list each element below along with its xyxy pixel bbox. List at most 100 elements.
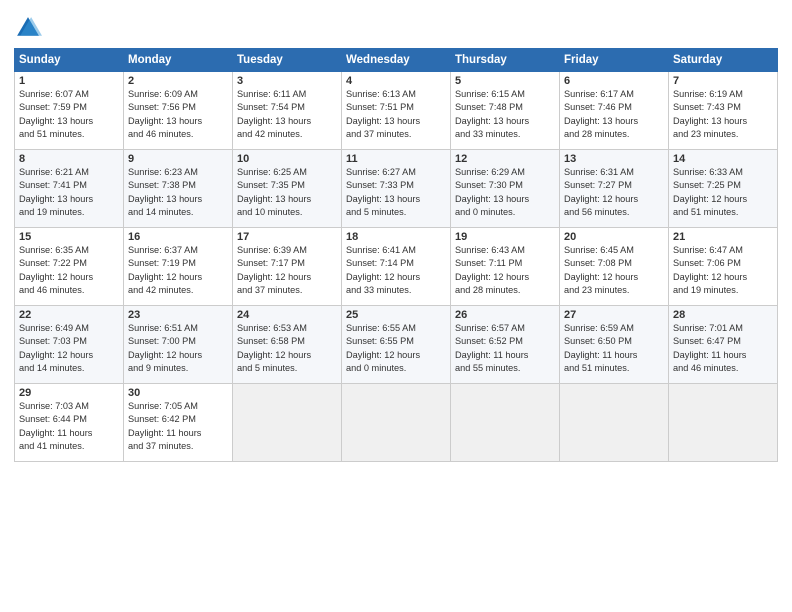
calendar-day: 4Sunrise: 6:13 AMSunset: 7:51 PMDaylight… <box>342 72 451 150</box>
day-number: 1 <box>19 75 119 87</box>
day-number: 26 <box>455 309 555 321</box>
col-saturday: Saturday <box>669 49 778 72</box>
col-wednesday: Wednesday <box>342 49 451 72</box>
calendar-week-1: 1Sunrise: 6:07 AMSunset: 7:59 PMDaylight… <box>15 72 778 150</box>
logo <box>14 14 44 42</box>
day-detail: Sunrise: 6:41 AMSunset: 7:14 PMDaylight:… <box>346 244 446 297</box>
calendar-day: 13Sunrise: 6:31 AMSunset: 7:27 PMDayligh… <box>560 150 669 228</box>
day-number: 15 <box>19 231 119 243</box>
day-detail: Sunrise: 6:21 AMSunset: 7:41 PMDaylight:… <box>19 166 119 219</box>
calendar-day: 1Sunrise: 6:07 AMSunset: 7:59 PMDaylight… <box>15 72 124 150</box>
day-number: 2 <box>128 75 228 87</box>
day-detail: Sunrise: 6:27 AMSunset: 7:33 PMDaylight:… <box>346 166 446 219</box>
calendar-day: 2Sunrise: 6:09 AMSunset: 7:56 PMDaylight… <box>124 72 233 150</box>
col-sunday: Sunday <box>15 49 124 72</box>
calendar-day: 21Sunrise: 6:47 AMSunset: 7:06 PMDayligh… <box>669 228 778 306</box>
calendar-header-row: Sunday Monday Tuesday Wednesday Thursday… <box>15 49 778 72</box>
calendar-day: 26Sunrise: 6:57 AMSunset: 6:52 PMDayligh… <box>451 306 560 384</box>
calendar-day: 24Sunrise: 6:53 AMSunset: 6:58 PMDayligh… <box>233 306 342 384</box>
calendar-day: 5Sunrise: 6:15 AMSunset: 7:48 PMDaylight… <box>451 72 560 150</box>
day-number: 19 <box>455 231 555 243</box>
day-detail: Sunrise: 6:45 AMSunset: 7:08 PMDaylight:… <box>564 244 664 297</box>
day-detail: Sunrise: 6:53 AMSunset: 6:58 PMDaylight:… <box>237 322 337 375</box>
day-detail: Sunrise: 6:29 AMSunset: 7:30 PMDaylight:… <box>455 166 555 219</box>
calendar-week-2: 8Sunrise: 6:21 AMSunset: 7:41 PMDaylight… <box>15 150 778 228</box>
day-number: 13 <box>564 153 664 165</box>
calendar-day <box>560 384 669 462</box>
day-number: 20 <box>564 231 664 243</box>
day-detail: Sunrise: 7:01 AMSunset: 6:47 PMDaylight:… <box>673 322 773 375</box>
calendar-day: 22Sunrise: 6:49 AMSunset: 7:03 PMDayligh… <box>15 306 124 384</box>
col-monday: Monday <box>124 49 233 72</box>
day-detail: Sunrise: 6:39 AMSunset: 7:17 PMDaylight:… <box>237 244 337 297</box>
day-number: 14 <box>673 153 773 165</box>
calendar-day: 6Sunrise: 6:17 AMSunset: 7:46 PMDaylight… <box>560 72 669 150</box>
day-number: 17 <box>237 231 337 243</box>
day-number: 9 <box>128 153 228 165</box>
day-detail: Sunrise: 6:11 AMSunset: 7:54 PMDaylight:… <box>237 88 337 141</box>
calendar-day: 10Sunrise: 6:25 AMSunset: 7:35 PMDayligh… <box>233 150 342 228</box>
day-detail: Sunrise: 6:31 AMSunset: 7:27 PMDaylight:… <box>564 166 664 219</box>
calendar-day <box>451 384 560 462</box>
day-detail: Sunrise: 6:19 AMSunset: 7:43 PMDaylight:… <box>673 88 773 141</box>
calendar-day: 11Sunrise: 6:27 AMSunset: 7:33 PMDayligh… <box>342 150 451 228</box>
day-detail: Sunrise: 6:13 AMSunset: 7:51 PMDaylight:… <box>346 88 446 141</box>
day-number: 7 <box>673 75 773 87</box>
col-thursday: Thursday <box>451 49 560 72</box>
day-number: 25 <box>346 309 446 321</box>
day-number: 22 <box>19 309 119 321</box>
calendar-day: 14Sunrise: 6:33 AMSunset: 7:25 PMDayligh… <box>669 150 778 228</box>
day-number: 28 <box>673 309 773 321</box>
calendar-day: 3Sunrise: 6:11 AMSunset: 7:54 PMDaylight… <box>233 72 342 150</box>
calendar-day: 8Sunrise: 6:21 AMSunset: 7:41 PMDaylight… <box>15 150 124 228</box>
day-detail: Sunrise: 6:25 AMSunset: 7:35 PMDaylight:… <box>237 166 337 219</box>
day-number: 6 <box>564 75 664 87</box>
day-number: 30 <box>128 387 228 399</box>
day-detail: Sunrise: 6:49 AMSunset: 7:03 PMDaylight:… <box>19 322 119 375</box>
day-detail: Sunrise: 6:09 AMSunset: 7:56 PMDaylight:… <box>128 88 228 141</box>
day-number: 12 <box>455 153 555 165</box>
calendar-day: 27Sunrise: 6:59 AMSunset: 6:50 PMDayligh… <box>560 306 669 384</box>
calendar-header <box>14 10 778 42</box>
calendar-day <box>669 384 778 462</box>
col-tuesday: Tuesday <box>233 49 342 72</box>
day-detail: Sunrise: 6:23 AMSunset: 7:38 PMDaylight:… <box>128 166 228 219</box>
calendar-day: 18Sunrise: 6:41 AMSunset: 7:14 PMDayligh… <box>342 228 451 306</box>
calendar-day: 12Sunrise: 6:29 AMSunset: 7:30 PMDayligh… <box>451 150 560 228</box>
calendar-day: 7Sunrise: 6:19 AMSunset: 7:43 PMDaylight… <box>669 72 778 150</box>
day-number: 3 <box>237 75 337 87</box>
day-number: 8 <box>19 153 119 165</box>
day-number: 16 <box>128 231 228 243</box>
logo-icon <box>14 14 42 42</box>
day-detail: Sunrise: 6:35 AMSunset: 7:22 PMDaylight:… <box>19 244 119 297</box>
day-number: 11 <box>346 153 446 165</box>
day-number: 4 <box>346 75 446 87</box>
day-number: 23 <box>128 309 228 321</box>
day-detail: Sunrise: 6:47 AMSunset: 7:06 PMDaylight:… <box>673 244 773 297</box>
day-number: 5 <box>455 75 555 87</box>
day-detail: Sunrise: 6:37 AMSunset: 7:19 PMDaylight:… <box>128 244 228 297</box>
calendar-day <box>342 384 451 462</box>
day-detail: Sunrise: 6:07 AMSunset: 7:59 PMDaylight:… <box>19 88 119 141</box>
day-number: 27 <box>564 309 664 321</box>
day-number: 21 <box>673 231 773 243</box>
calendar-day: 20Sunrise: 6:45 AMSunset: 7:08 PMDayligh… <box>560 228 669 306</box>
day-detail: Sunrise: 6:55 AMSunset: 6:55 PMDaylight:… <box>346 322 446 375</box>
day-number: 29 <box>19 387 119 399</box>
day-number: 18 <box>346 231 446 243</box>
calendar-week-4: 22Sunrise: 6:49 AMSunset: 7:03 PMDayligh… <box>15 306 778 384</box>
col-friday: Friday <box>560 49 669 72</box>
day-detail: Sunrise: 6:57 AMSunset: 6:52 PMDaylight:… <box>455 322 555 375</box>
calendar-day: 28Sunrise: 7:01 AMSunset: 6:47 PMDayligh… <box>669 306 778 384</box>
day-detail: Sunrise: 6:59 AMSunset: 6:50 PMDaylight:… <box>564 322 664 375</box>
day-number: 10 <box>237 153 337 165</box>
calendar-week-3: 15Sunrise: 6:35 AMSunset: 7:22 PMDayligh… <box>15 228 778 306</box>
calendar-week-5: 29Sunrise: 7:03 AMSunset: 6:44 PMDayligh… <box>15 384 778 462</box>
calendar-day: 9Sunrise: 6:23 AMSunset: 7:38 PMDaylight… <box>124 150 233 228</box>
calendar-day: 23Sunrise: 6:51 AMSunset: 7:00 PMDayligh… <box>124 306 233 384</box>
calendar-day: 25Sunrise: 6:55 AMSunset: 6:55 PMDayligh… <box>342 306 451 384</box>
day-number: 24 <box>237 309 337 321</box>
calendar-day: 29Sunrise: 7:03 AMSunset: 6:44 PMDayligh… <box>15 384 124 462</box>
calendar-day: 17Sunrise: 6:39 AMSunset: 7:17 PMDayligh… <box>233 228 342 306</box>
day-detail: Sunrise: 6:51 AMSunset: 7:00 PMDaylight:… <box>128 322 228 375</box>
